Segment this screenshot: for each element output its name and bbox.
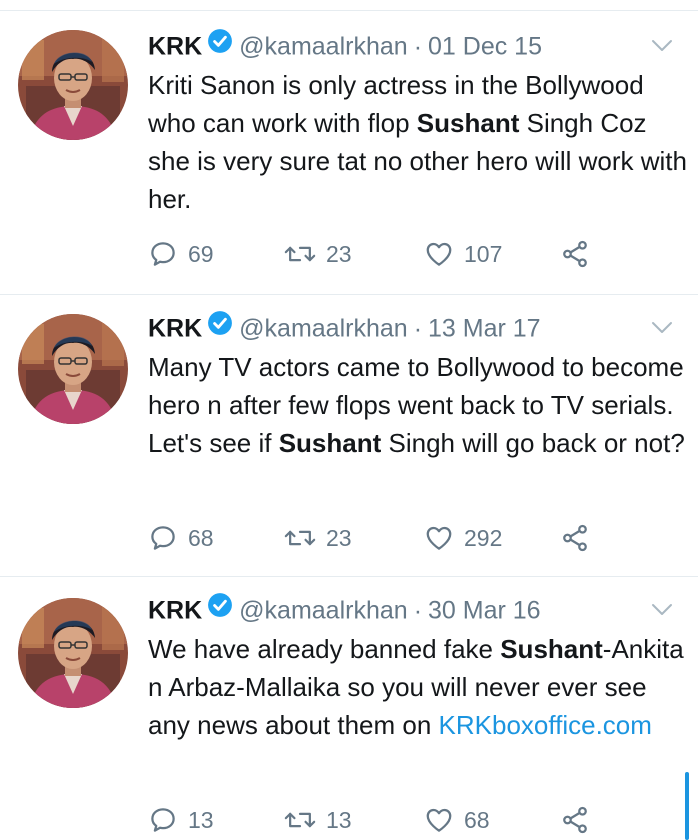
tweet-header: KRK @kamaalrkhan · 30 Mar 16 [148,590,541,630]
retweet-count: 23 [326,525,352,551]
tweet-date[interactable]: 30 Mar 16 [428,597,541,625]
author-handle[interactable]: @kamaalrkhan [239,315,408,343]
tweet-text-highlight: Sushant [278,428,382,458]
like-count: 107 [464,241,503,267]
chevron-down-icon[interactable] [650,320,674,341]
separator-dot: · [413,314,423,343]
retweet-icon [284,807,316,833]
tweet[interactable]: KRK @kamaalrkhan · 30 Mar 16 We have alread… [0,576,698,840]
scrollbar-thumb[interactable] [685,772,689,840]
share-button[interactable] [560,520,590,556]
reply-icon [148,241,178,267]
retweet-count: 13 [326,807,352,833]
separator-dot: · [413,596,423,625]
tweet-date[interactable]: 13 Mar 17 [428,315,541,343]
like-button[interactable]: 107 [424,236,502,272]
tweet-date[interactable]: 01 Dec 15 [428,33,542,61]
avatar[interactable] [18,598,128,708]
author-handle[interactable]: @kamaalrkhan [239,33,408,61]
tweet-header: KRK @kamaalrkhan · 01 Dec 15 [148,26,542,66]
reply-button[interactable]: 13 [148,802,214,838]
share-icon [560,240,590,268]
retweet-button[interactable]: 23 [284,520,352,556]
tweet-text-part: Singh will go back or not? [381,428,685,458]
reply-icon [148,525,178,551]
share-button[interactable] [560,236,590,272]
like-button[interactable]: 68 [424,802,490,838]
reply-count: 68 [188,525,214,551]
share-button[interactable] [560,802,590,838]
heart-icon [424,807,454,833]
tweet-header: KRK @kamaalrkhan · 13 Mar 17 [148,308,541,348]
retweet-count: 23 [326,241,352,267]
chevron-down-icon[interactable] [650,602,674,623]
reply-button[interactable]: 68 [148,520,214,556]
verified-badge-icon [207,26,233,66]
tweet-text: We have already banned fake Sushant-Anki… [148,630,688,744]
reply-button[interactable]: 69 [148,236,214,272]
tweet-text-highlight: Sushant [500,634,603,664]
share-icon [560,806,590,834]
reply-icon [148,807,178,833]
share-icon [560,524,590,552]
author-name[interactable]: KRK [148,315,202,343]
tweet-text-part: We have already banned fake [148,634,501,664]
tweet-feed: KRK @kamaalrkhan · 01 Dec 15 Kriti Sanon is… [0,0,698,840]
separator-dot: · [413,32,423,61]
tweet-text: Many TV actors came to Bollywood to beco… [148,348,688,462]
heart-icon [424,525,454,551]
author-handle[interactable]: @kamaalrkhan [239,597,408,625]
retweet-icon [284,241,316,267]
retweet-icon [284,525,316,551]
like-count: 68 [464,807,490,833]
chevron-down-icon[interactable] [650,38,674,59]
tweet-text-highlight: Sushant [416,108,520,138]
author-name[interactable]: KRK [148,33,202,61]
retweet-button[interactable]: 23 [284,236,352,272]
author-name[interactable]: KRK [148,597,202,625]
retweet-button[interactable]: 13 [284,802,352,838]
reply-count: 13 [188,807,214,833]
tweet-link[interactable]: KRKboxoffice.com [439,710,652,740]
tweet-text: Kriti Sanon is only actress in the Bolly… [148,66,688,218]
tweet[interactable]: KRK @kamaalrkhan · 13 Mar 17 Many TV actors… [0,294,698,577]
tweet[interactable]: KRK @kamaalrkhan · 01 Dec 15 Kriti Sanon is… [0,10,698,295]
verified-badge-icon [207,308,233,348]
avatar[interactable] [18,314,128,424]
heart-icon [424,241,454,267]
verified-badge-icon [207,590,233,630]
reply-count: 69 [188,241,214,267]
avatar[interactable] [18,30,128,140]
like-count: 292 [464,525,503,551]
like-button[interactable]: 292 [424,520,502,556]
